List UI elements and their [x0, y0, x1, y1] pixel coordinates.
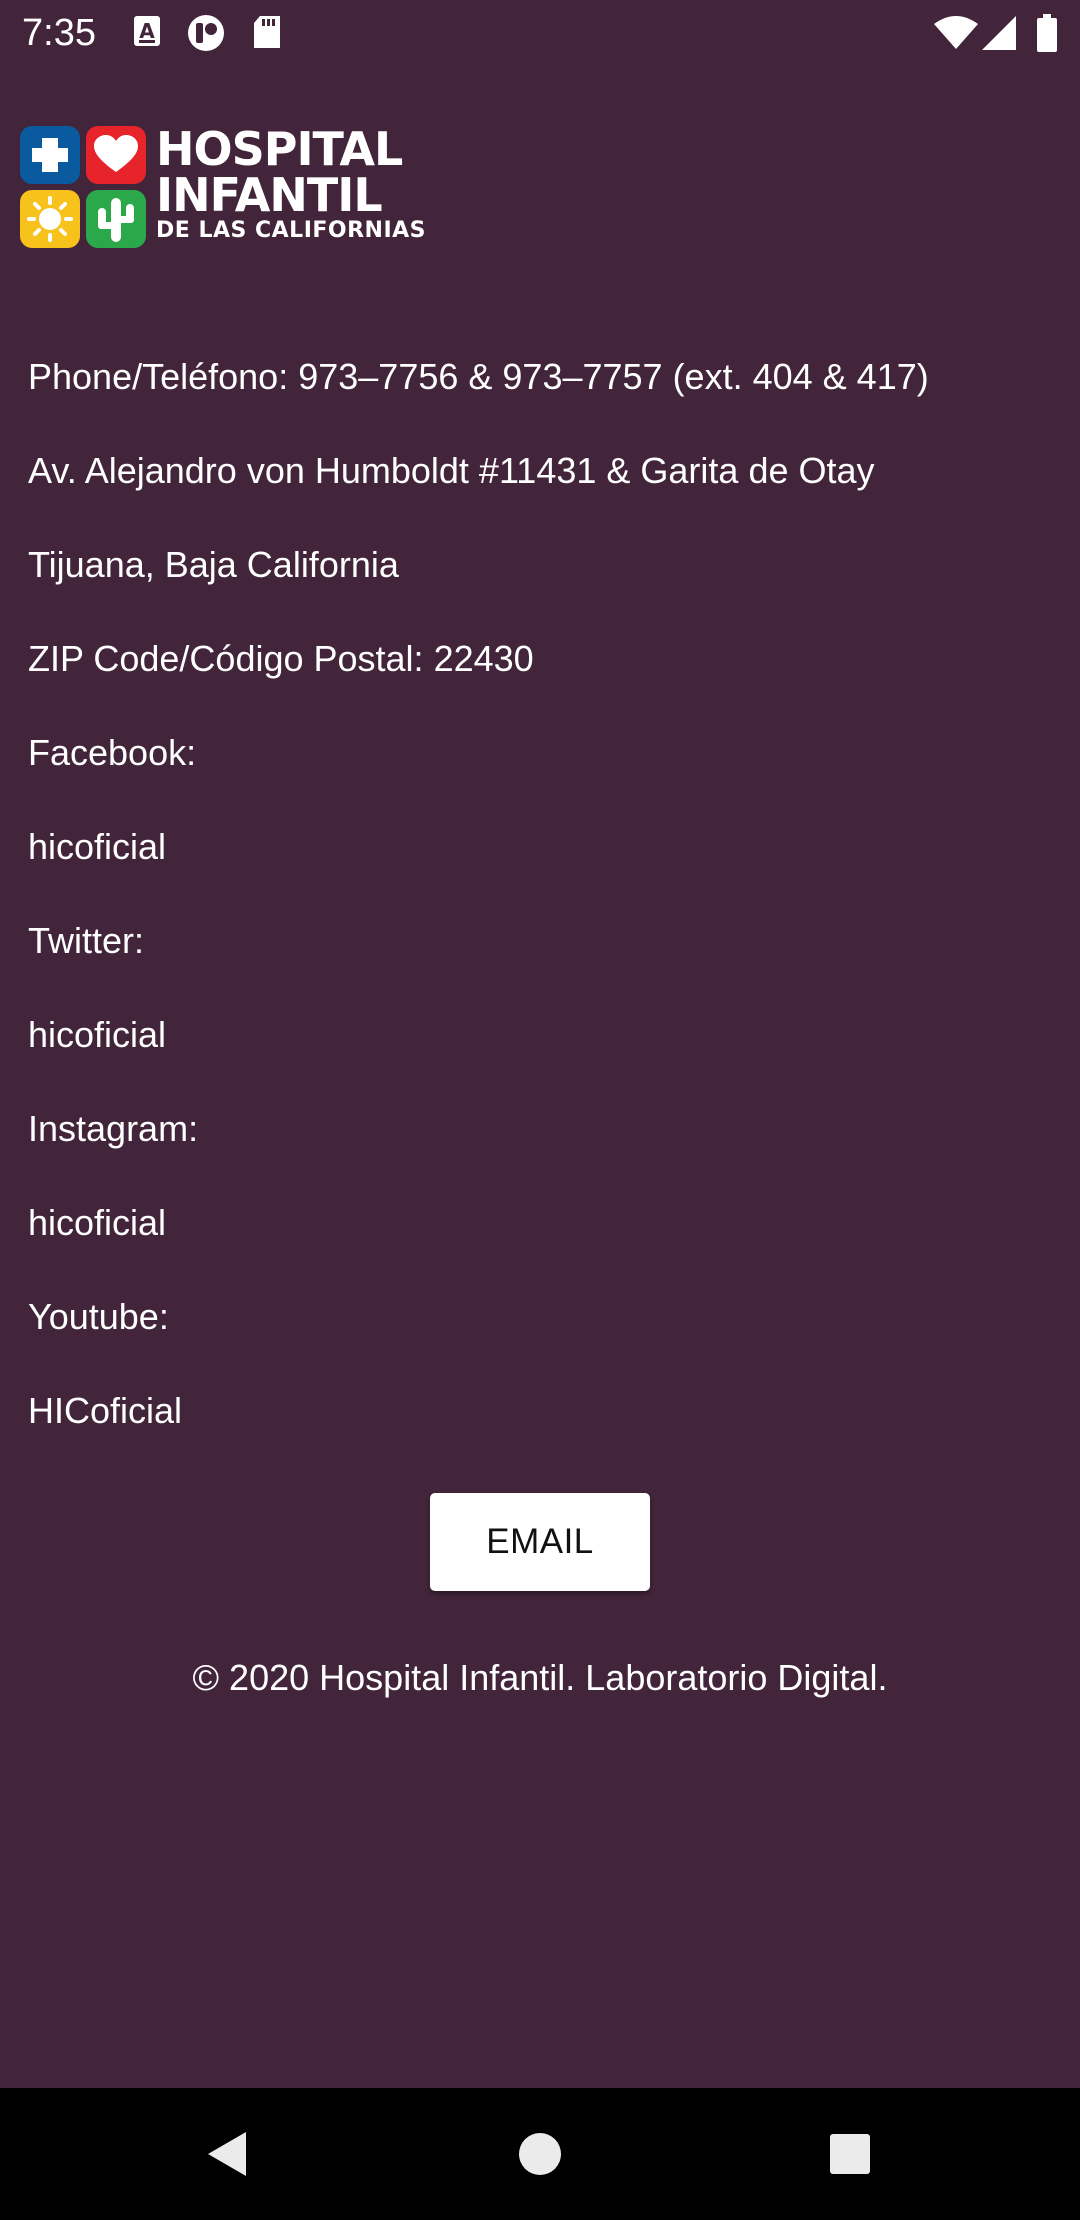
facebook-label: Facebook:: [28, 732, 197, 773]
status-time: 7:35: [22, 12, 96, 54]
back-icon[interactable]: [200, 2122, 264, 2186]
zip-text: ZIP Code/Código Postal: 22430: [28, 638, 534, 679]
address-text: Av. Alejandro von Humboldt #11431 & Gari…: [28, 450, 875, 491]
battery-icon: [1036, 14, 1058, 57]
logo-line-californias: DE LAS CALIFORNIAS: [156, 218, 427, 243]
screen: 7:35 A HOSPITAL INFANTIL DE LAS CALIFORN…: [0, 0, 1080, 2220]
sd-card-icon: [252, 14, 282, 55]
logo-wordmark: HOSPITAL INFANTIL DE LAS CALIFORNIAS: [156, 126, 426, 244]
wifi-icon: [934, 16, 978, 55]
recents-icon[interactable]: [818, 2122, 882, 2186]
signal-icon: [982, 16, 1018, 55]
instagram-handle: hicoficial: [28, 1202, 167, 1243]
keyboard-a-icon: A: [132, 14, 162, 53]
youtube-handle: HICoficial: [28, 1390, 183, 1431]
navigation-bar: [0, 2088, 1080, 2220]
instagram-label: Instagram:: [28, 1108, 199, 1149]
logo-line-infantil: INFANTIL: [156, 168, 383, 222]
contact-info: Phone/Teléfono: 973–7756 & 973–7757 (ext…: [28, 351, 1068, 1479]
home-icon[interactable]: [508, 2122, 572, 2186]
hospital-logo: HOSPITAL INFANTIL DE LAS CALIFORNIAS: [20, 126, 440, 250]
status-bar: 7:35 A: [0, 0, 1080, 66]
phone-text: Phone/Teléfono: 973–7756 & 973–7757 (ext…: [28, 356, 929, 397]
logo-line-hospital: HOSPITAL: [156, 122, 403, 176]
youtube-label: Youtube:: [28, 1296, 169, 1337]
footer-copyright: © 2020 Hospital Infantil. Laboratorio Di…: [192, 1657, 888, 1698]
svg-text:A: A: [139, 19, 155, 43]
city-text: Tijuana, Baja California: [28, 544, 399, 585]
twitter-label: Twitter:: [28, 920, 145, 961]
facebook-handle: hicoficial: [28, 826, 167, 867]
notification-app-icon: [186, 14, 226, 57]
email-button[interactable]: EMAIL: [430, 1493, 650, 1591]
twitter-handle: hicoficial: [28, 1014, 167, 1055]
